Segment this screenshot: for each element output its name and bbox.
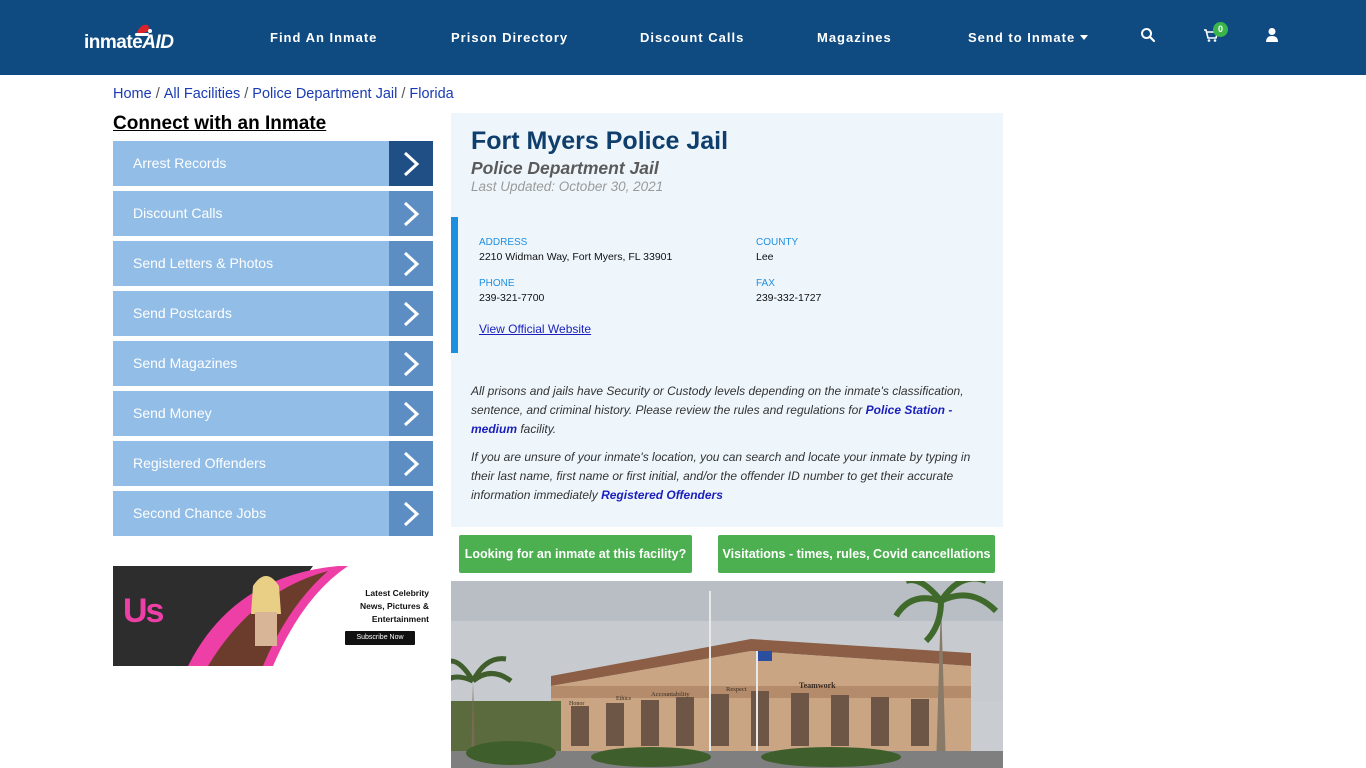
- security-paragraph: All prisons and jails have Security or C…: [471, 384, 964, 436]
- county-label: COUNTY: [756, 237, 799, 248]
- sign-word: Honor: [569, 701, 585, 707]
- chevron-right-icon: [389, 291, 433, 336]
- facility-details: ADDRESS 2210 Widman Way, Fort Myers, FL …: [451, 217, 1003, 353]
- sidebar-item-label: Send Postcards: [133, 305, 232, 321]
- chevron-right-icon: [389, 491, 433, 536]
- breadcrumb: Home / All Facilities / Police Department Ja…: [113, 86, 454, 102]
- us-weekly-ad[interactable]: Us Latest Celebrity News, Pictures & Enter…: [113, 566, 433, 666]
- sidebar-item-arrest-records[interactable]: Arrest Records: [113, 141, 433, 186]
- sidebar-item-label: Send Money: [133, 405, 212, 421]
- connect-heading: Connect with an Inmate: [113, 113, 327, 134]
- fax-label: FAX: [756, 278, 775, 289]
- sidebar-item-label: Send Magazines: [133, 355, 238, 371]
- sidebar-item-send-money[interactable]: Send Money: [113, 391, 433, 436]
- sidebar-item-registered-offenders[interactable]: Registered Offenders: [113, 441, 433, 486]
- official-website-link[interactable]: View Official Website: [479, 322, 591, 336]
- chevron-right-icon: [389, 391, 433, 436]
- address-value: 2210 Widman Way, Fort Myers, FL 33901: [479, 251, 673, 263]
- sidebar-item-discount-calls[interactable]: Discount Calls: [113, 191, 433, 236]
- logo-text: inmateAID: [84, 32, 174, 53]
- address-label: ADDRESS: [479, 237, 528, 248]
- registered-offenders-link[interactable]: Registered Offenders: [601, 488, 723, 502]
- sidebar-item-label: Registered Offenders: [133, 455, 266, 471]
- ad-tagline: Latest Celebrity News, Pictures & Entertai…: [360, 588, 429, 624]
- sidebar-item-label: Discount Calls: [133, 205, 223, 221]
- chevron-right-icon: [389, 441, 433, 486]
- fax-value: 239-332-1727: [756, 292, 822, 304]
- visitations-button[interactable]: Visitations - times, rules, Covid cancel…: [718, 535, 995, 573]
- sign-word: Teamwork: [799, 681, 836, 690]
- sidebar-item-label: Arrest Records: [133, 155, 227, 171]
- sidebar-item-label: Second Chance Jobs: [133, 505, 267, 521]
- nav-discount-calls[interactable]: Discount Calls: [640, 30, 744, 45]
- sign-word: Accountability: [651, 691, 690, 698]
- chevron-right-icon: [389, 241, 433, 286]
- facility-building-illustration: [451, 581, 1003, 768]
- inmateaid-logo[interactable]: inmateAID: [84, 22, 184, 60]
- county-value: Lee: [756, 251, 774, 263]
- breadcrumb-police-department-jail[interactable]: Police Department Jail: [252, 86, 397, 102]
- chevron-right-icon: [389, 141, 433, 186]
- nav-find-an-inmate[interactable]: Find An Inmate: [270, 30, 377, 45]
- top-navbar: inmateAID Find An Inmate Prison Director…: [0, 0, 1366, 75]
- nav-prison-directory[interactable]: Prison Directory: [451, 30, 568, 45]
- nav-magazines[interactable]: Magazines: [817, 30, 892, 45]
- us-logo: Us: [123, 592, 164, 630]
- search-icon[interactable]: [1140, 27, 1160, 47]
- last-updated: Last Updated: October 30, 2021: [471, 179, 664, 194]
- facility-type: Police Department Jail: [471, 158, 659, 178]
- cart-count-badge: 0: [1213, 22, 1228, 37]
- sidebar-item-send-postcards[interactable]: Send Postcards: [113, 291, 433, 336]
- sign-word: Ethics: [616, 696, 631, 702]
- caret-down-icon: [1080, 35, 1089, 40]
- sidebar-item-second-chance-jobs[interactable]: Second Chance Jobs: [113, 491, 433, 536]
- phone-label: PHONE: [479, 278, 515, 289]
- breadcrumb-all-facilities[interactable]: All Facilities: [164, 86, 241, 102]
- sidebar-item-send-letters-photos[interactable]: Send Letters & Photos: [113, 241, 433, 286]
- sign-word: Respect: [726, 686, 747, 693]
- ad-subscribe-button[interactable]: Subscribe Now: [345, 631, 415, 645]
- breadcrumb-home[interactable]: Home: [113, 86, 152, 102]
- accent-bar: [451, 217, 458, 353]
- chevron-right-icon: [389, 341, 433, 386]
- phone-value: 239-321-7700: [479, 292, 545, 304]
- breadcrumb-florida[interactable]: Florida: [409, 86, 453, 102]
- facility-photo: Honor Ethics Accountability Respect Team…: [451, 581, 1003, 768]
- search-paragraph: If you are unsure of your inmate's locat…: [471, 450, 971, 502]
- nav-send-to-inmate[interactable]: Send to Inmate: [968, 30, 1089, 45]
- sidebar-item-label: Send Letters & Photos: [133, 255, 274, 271]
- page-title: Fort Myers Police Jail: [471, 127, 729, 155]
- looking-for-inmate-button[interactable]: Looking for an inmate at this facility?: [459, 535, 692, 573]
- user-account-icon[interactable]: [1265, 27, 1285, 47]
- facility-info-panel: Fort Myers Police Jail Police Department…: [451, 113, 1003, 527]
- chevron-right-icon: [389, 191, 433, 236]
- sidebar-item-send-magazines[interactable]: Send Magazines: [113, 341, 433, 386]
- cart-icon[interactable]: 0: [1203, 22, 1228, 47]
